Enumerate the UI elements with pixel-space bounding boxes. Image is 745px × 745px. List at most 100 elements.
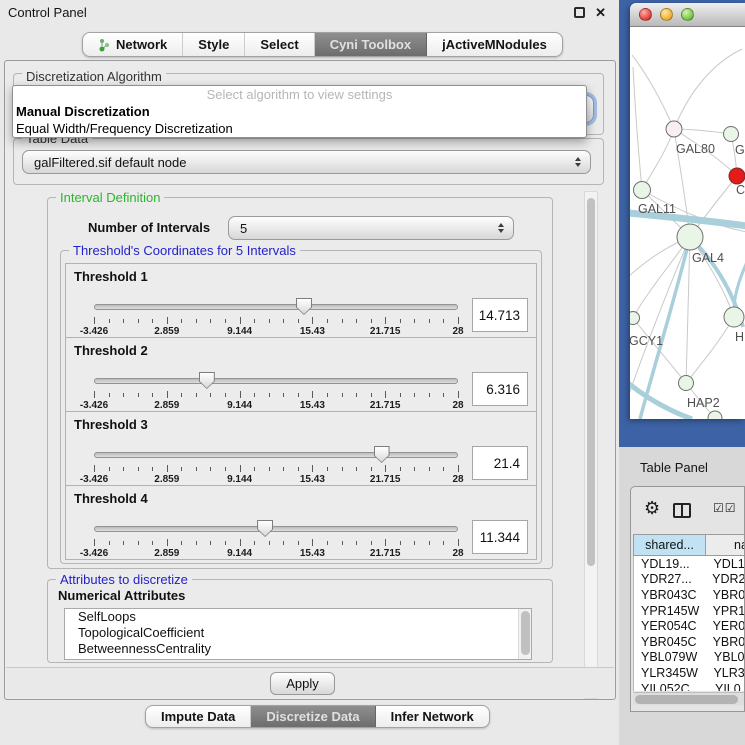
- threshold-value-field[interactable]: 14.713: [472, 298, 528, 332]
- slider-thumb[interactable]: [257, 520, 273, 537]
- table-row[interactable]: YDL19...YDL1: [634, 556, 744, 572]
- slider-track[interactable]: [94, 526, 458, 532]
- threshold-slider-2[interactable]: -3.4262.8599.14415.4321.71528: [94, 366, 458, 412]
- tab-cyni-toolbox[interactable]: Cyni Toolbox: [315, 33, 427, 56]
- tick-mark: [458, 391, 459, 398]
- tick-mark: [109, 393, 110, 397]
- number-of-intervals-combobox[interactable]: 5: [228, 216, 514, 240]
- tick-mark: [138, 393, 139, 397]
- list-item-topologicalcoefficient[interactable]: TopologicalCoefficient: [65, 625, 531, 641]
- node-h[interactable]: [724, 307, 744, 327]
- table-panel-window: shared... na YDL19...YDL1YDR27...YDR2YBR…: [630, 486, 745, 712]
- node-top-right[interactable]: [724, 127, 739, 142]
- select-columns-icon[interactable]: [713, 501, 737, 515]
- threshold-slider-1[interactable]: -3.4262.8599.14415.4321.71528: [94, 292, 458, 338]
- node-red-selected[interactable]: [729, 168, 745, 184]
- numerical-attributes-list[interactable]: SelfLoopsTopologicalCoefficientBetweenne…: [64, 608, 532, 660]
- tab-jactivemnodules[interactable]: jActiveMNodules: [427, 33, 562, 56]
- slider-track[interactable]: [94, 304, 458, 310]
- tick-mark: [327, 393, 328, 397]
- tick-mark: [225, 393, 226, 397]
- tick-mark: [371, 319, 372, 323]
- table-row[interactable]: YBR043CYBR0: [634, 587, 744, 603]
- threshold-slider-3[interactable]: -3.4262.8599.14415.4321.71528: [94, 440, 458, 486]
- list-item-selfloops[interactable]: SelfLoops: [65, 609, 531, 625]
- tick-mark: [385, 465, 386, 472]
- table-row[interactable]: YBR045CYBR0: [634, 634, 744, 650]
- slider-track[interactable]: [94, 378, 458, 384]
- tab-discretize-data[interactable]: Discretize Data: [251, 706, 375, 727]
- tick-mark: [312, 317, 313, 324]
- tab-style[interactable]: Style: [183, 33, 245, 56]
- node-gcy1[interactable]: [630, 312, 640, 325]
- slider-thumb[interactable]: [296, 298, 312, 315]
- threshold-label: Threshold 3: [74, 417, 528, 432]
- cell-name: YDR2: [703, 572, 744, 586]
- table-row[interactable]: YER054CYER0: [634, 618, 744, 634]
- tab-infer-network[interactable]: Infer Network: [376, 706, 489, 727]
- list-scrollbar-thumb[interactable]: [521, 611, 530, 655]
- tab-select[interactable]: Select: [245, 33, 314, 56]
- node-hap2[interactable]: [679, 376, 694, 391]
- tick-mark: [269, 467, 270, 471]
- gear-icon[interactable]: [644, 498, 660, 519]
- table-row[interactable]: YDR27...YDR2: [634, 572, 744, 588]
- threshold-slider-4[interactable]: -3.4262.8599.14415.4321.71528: [94, 514, 458, 560]
- algorithm-dropdown-popup: Select algorithm to view settings Manual…: [12, 85, 587, 138]
- tick-mark: [356, 541, 357, 545]
- tab-impute-data[interactable]: Impute Data: [146, 706, 251, 727]
- list-scrollbar[interactable]: [518, 609, 531, 659]
- table-row[interactable]: YLR345WYLR3: [634, 665, 744, 681]
- slider-thumb[interactable]: [199, 372, 215, 389]
- zoom-traffic-light-icon[interactable]: [681, 8, 694, 21]
- tick-mark: [94, 391, 95, 398]
- slider-track[interactable]: [94, 452, 458, 458]
- tick-mark: [298, 319, 299, 323]
- node-label-hap2: HAP2: [687, 396, 720, 410]
- network-canvas[interactable]: GAL80 G C GAL11 GAL4 GCY1 H HAP2: [630, 27, 745, 419]
- tick-mark: [371, 467, 372, 471]
- algorithm-option-1[interactable]: Manual Discretization: [13, 103, 586, 120]
- cell-shared-name: YPR145W: [634, 604, 704, 618]
- table-row[interactable]: YIL052CYIL0: [634, 681, 744, 691]
- tick-mark: [138, 319, 139, 323]
- threshold-value-field[interactable]: 6.316: [472, 372, 528, 406]
- network-window-titlebar[interactable]: [630, 3, 745, 27]
- apply-button[interactable]: Apply: [270, 672, 335, 695]
- tick-mark: [400, 467, 401, 471]
- tab-network[interactable]: Network: [83, 33, 183, 56]
- tick-mark: [269, 393, 270, 397]
- node-gal11[interactable]: [634, 182, 651, 199]
- column-layout-icon[interactable]: [673, 503, 691, 518]
- tick-mark: [429, 319, 430, 323]
- column-header-name[interactable]: na: [706, 535, 744, 555]
- interval-definition-group: Interval Definition Number of Intervals …: [47, 197, 553, 569]
- threshold-value-field[interactable]: 11.344: [472, 520, 528, 554]
- network-icon: [98, 38, 111, 52]
- minimize-traffic-light-icon[interactable]: [660, 8, 673, 21]
- close-traffic-light-icon[interactable]: [639, 8, 652, 21]
- tick-mark: [385, 317, 386, 324]
- node-gal80[interactable]: [666, 121, 682, 137]
- node-gal4[interactable]: [677, 224, 703, 250]
- float-window-icon[interactable]: [574, 7, 585, 18]
- slider-thumb[interactable]: [374, 446, 390, 463]
- panel-scrollbar-thumb[interactable]: [587, 198, 595, 566]
- table-horizontal-scrollbar[interactable]: [633, 692, 744, 705]
- table-row[interactable]: YBL079WYBL0: [634, 650, 744, 666]
- table-scrollbar-thumb[interactable]: [635, 695, 738, 704]
- table-data-combobox[interactable]: galFiltered.sif default node: [22, 150, 591, 174]
- close-icon[interactable]: [595, 7, 606, 18]
- algorithm-option-2[interactable]: Equal Width/Frequency Discretization: [13, 120, 586, 137]
- threshold-value-field[interactable]: 21.4: [472, 446, 528, 480]
- column-header-shared-name[interactable]: shared...: [634, 535, 706, 555]
- tick-label: 21.715: [370, 400, 401, 411]
- tick-mark: [240, 317, 241, 324]
- tick-mark: [443, 541, 444, 545]
- table-row[interactable]: YPR145WYPR1: [634, 603, 744, 619]
- tick-label: 9.144: [227, 400, 252, 411]
- tick-mark: [181, 319, 182, 323]
- panel-vertical-scrollbar[interactable]: [584, 191, 598, 699]
- table-panel-title: Table Panel: [640, 460, 708, 475]
- list-item-betweennesscentrality[interactable]: BetweennessCentrality: [65, 641, 531, 657]
